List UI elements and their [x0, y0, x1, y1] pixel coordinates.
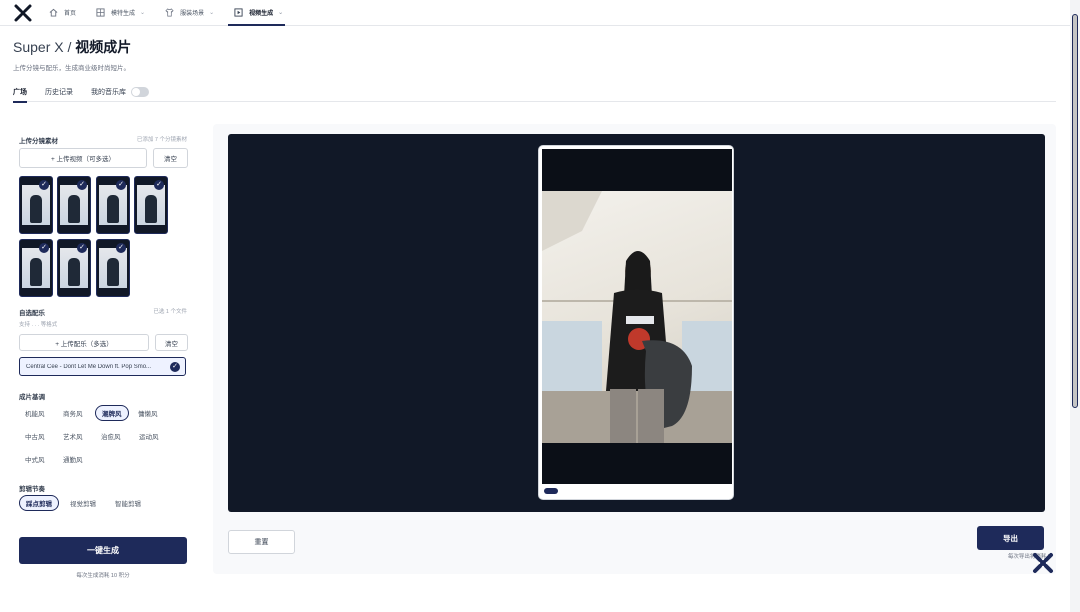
upload-section-note: 已添加 7 个分镜素材 — [136, 137, 187, 143]
check-icon[interactable]: ✓ — [39, 180, 49, 190]
nav-tab-clothing-scene[interactable]: 服装场景 ⌄ — [159, 0, 220, 26]
nav-tab-label: 首页 — [64, 11, 77, 17]
phone-frame — [538, 145, 734, 500]
tab-my-music[interactable]: 我的音乐库 — [91, 82, 149, 102]
play-icon — [234, 8, 243, 17]
style-chip[interactable]: 中古风 — [19, 428, 51, 444]
rhythm-chip[interactable]: 智能剪辑 — [109, 495, 147, 511]
music-section-note: 已选 1 个文件 — [153, 309, 187, 315]
clip-thumbnail[interactable]: ✓ — [134, 176, 168, 234]
nav-tab-label: 模特生成 — [111, 11, 136, 17]
check-icon[interactable]: ✓ — [170, 362, 180, 372]
nav-tab-video-generate[interactable]: 视频生成 ⌄ — [228, 0, 289, 26]
chevron-down-icon: ⌄ — [140, 10, 146, 16]
music-section-title: 自选配乐 — [19, 310, 45, 317]
style-chip[interactable]: 通勤风 — [57, 451, 89, 467]
upload-video-button[interactable]: + 上传视频（可多选） — [19, 148, 147, 168]
page-scrollbar[interactable] — [1070, 0, 1080, 612]
style-chip[interactable]: 运动风 — [133, 428, 165, 444]
check-icon[interactable]: ✓ — [39, 243, 49, 253]
page-subtitle: 上传分镜与配乐，生成商业级时尚短片。 — [13, 65, 130, 72]
brand-logo-icon[interactable] — [13, 3, 33, 23]
video-player[interactable] — [542, 149, 732, 484]
check-icon[interactable]: ✓ — [154, 180, 164, 190]
clip-thumbnail[interactable]: ✓ — [96, 176, 130, 234]
rhythm-section-title: 剪辑节奏 — [19, 486, 45, 493]
clip-thumbnail[interactable]: ✓ — [57, 239, 91, 297]
style-chip[interactable]: 中式风 — [19, 451, 51, 467]
left-config-panel: 上传分镜素材 已添加 7 个分镜素材 + 上传视频（可多选） 清空 ✓ ✓ ✓ … — [13, 124, 199, 594]
video-frame-image — [542, 191, 732, 443]
chevron-down-icon: ⌄ — [209, 10, 215, 16]
generate-button[interactable]: 一键生成 — [19, 537, 187, 564]
clip-thumbnail[interactable]: ✓ — [57, 176, 91, 234]
model-photo-illustration — [542, 191, 732, 443]
upload-music-button[interactable]: + 上传配乐（多选） — [19, 334, 149, 351]
music-formats-note: 支持 . . . 等格式 — [19, 322, 58, 328]
style-chip[interactable]: 艺术风 — [57, 428, 89, 444]
check-icon[interactable]: ✓ — [116, 243, 126, 253]
scrollbar-thumb[interactable] — [1072, 14, 1078, 408]
style-chip[interactable]: 商务风 — [57, 405, 89, 421]
tab-my-music-label: 我的音乐库 — [91, 88, 126, 96]
selected-music-track[interactable]: Central Cee - Dont Let Me Down ft. Pop S… — [19, 357, 186, 376]
music-library-toggle[interactable] — [131, 86, 149, 97]
section-tabs: 广场 历史记录 我的音乐库 — [13, 82, 1056, 103]
export-button[interactable]: 导出 — [977, 526, 1044, 550]
upload-section-title: 上传分镜素材 — [19, 138, 58, 145]
clip-thumbnail[interactable]: ✓ — [96, 239, 130, 297]
style-chip[interactable]: 机能风 — [19, 405, 51, 421]
reset-button[interactable]: 重置 — [228, 530, 295, 554]
generate-cost-note: 每次生成消耗 10 积分 — [76, 573, 130, 579]
check-icon[interactable]: ✓ — [77, 180, 87, 190]
grid-icon — [96, 8, 105, 17]
rhythm-chip[interactable]: 视觉剪辑 — [64, 495, 102, 511]
clear-music-button[interactable]: 清空 — [155, 334, 188, 351]
style-chip-selected[interactable]: 潮牌风 — [95, 405, 129, 421]
nav-tab-model-generate[interactable]: 模特生成 ⌄ — [90, 0, 151, 26]
check-icon[interactable]: ✓ — [77, 243, 87, 253]
clear-clips-button[interactable]: 清空 — [153, 148, 188, 168]
title-main: 视频成片 — [75, 39, 132, 55]
title-prefix: Super X / — [13, 39, 72, 55]
top-nav-bar: 首页 模特生成 ⌄ 服装场景 ⌄ 视频生成 ⌄ — [0, 0, 1070, 26]
music-track-title: Central Cee - Dont Let Me Down ft. Pop S… — [26, 363, 152, 370]
style-section-title: 成片基调 — [19, 394, 45, 401]
home-icon — [49, 8, 58, 17]
style-chip[interactable]: 慵懒风 — [132, 405, 164, 421]
playback-progress-knob[interactable] — [544, 488, 558, 494]
chevron-down-icon: ⌄ — [278, 10, 284, 16]
shirt-icon — [165, 8, 174, 17]
check-icon[interactable]: ✓ — [116, 180, 126, 190]
rhythm-chip-selected[interactable]: 踩点剪辑 — [19, 495, 59, 511]
page-title: Super X / 视频成片 — [13, 37, 131, 57]
floating-assistant-icon[interactable] — [1029, 549, 1057, 577]
tab-history[interactable]: 历史记录 — [45, 82, 73, 102]
nav-tab-label: 服装场景 — [180, 11, 205, 17]
clip-thumbnail[interactable]: ✓ — [19, 239, 53, 297]
style-chip[interactable]: 治愈风 — [95, 428, 127, 444]
nav-tab-home[interactable]: 首页 — [43, 0, 82, 26]
preview-panel: 重置 导出 每次导出将消耗 5 — [213, 124, 1056, 574]
clip-thumbnail[interactable]: ✓ — [19, 176, 53, 234]
video-preview-area — [228, 134, 1045, 512]
nav-tab-label: 视频生成 — [249, 11, 274, 17]
tab-square[interactable]: 广场 — [13, 82, 27, 103]
